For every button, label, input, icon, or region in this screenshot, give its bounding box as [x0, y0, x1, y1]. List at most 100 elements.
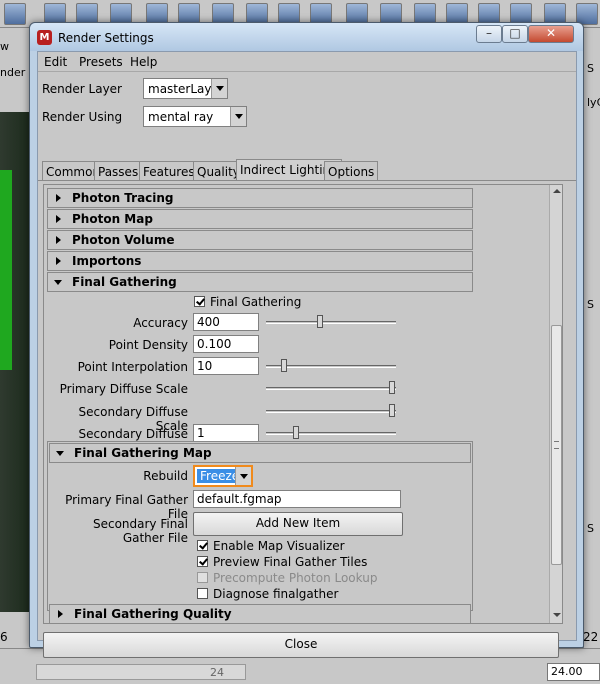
primary-diffuse-scale-swatch[interactable] — [193, 379, 259, 397]
section-photon-map[interactable]: Photon Map — [47, 209, 473, 229]
primary-fg-file-field[interactable]: default.fgmap — [193, 490, 401, 508]
section-final-gathering[interactable]: Final Gathering — [47, 272, 473, 292]
maya-icon: M — [37, 30, 52, 45]
timeline-start-label: 6 — [0, 630, 8, 644]
add-new-item-button[interactable]: Add New Item — [193, 512, 403, 536]
maya-right-panel: S lyC S S — [583, 28, 600, 648]
render-layer-label: Render Layer — [42, 82, 122, 96]
chevron-down-icon — [235, 467, 251, 485]
current-time-field[interactable]: 24.00 — [547, 663, 600, 681]
slider-track — [266, 410, 396, 413]
section-final-gathering-map[interactable]: Final Gathering Map — [49, 443, 471, 463]
minimize-button[interactable]: – — [476, 25, 502, 43]
checkbox-box — [197, 556, 208, 567]
tab-bar: Common Passes Features Quality Indirect … — [38, 159, 576, 181]
section-photon-tracing[interactable]: Photon Tracing — [47, 188, 473, 208]
chevron-down-icon — [211, 79, 227, 98]
render-layer-select[interactable]: masterLayer — [143, 78, 228, 99]
checkbox-box — [197, 540, 208, 551]
section-title: Final Gathering — [72, 275, 177, 289]
window-title: Render Settings — [58, 31, 154, 45]
checkbox-label: Precompute Photon Lookup — [213, 571, 378, 585]
menubar: Edit Presets Help — [38, 52, 576, 72]
left-label: w — [0, 40, 9, 53]
checkbox-label: Final Gathering — [210, 295, 302, 309]
expand-arrow-icon — [56, 257, 61, 265]
section-final-gathering-quality[interactable]: Final Gathering Quality — [49, 604, 471, 623]
point-density-field[interactable]: 0.100 — [193, 335, 259, 353]
tab-divider — [38, 180, 576, 181]
expand-arrow-icon — [56, 215, 61, 223]
expand-arrow-icon — [58, 610, 63, 618]
slider-knob[interactable] — [293, 426, 299, 439]
indirect-lighting-panel: Photon Tracing Photon Map Photon Volume … — [43, 184, 563, 624]
tab-passes[interactable]: Passes — [94, 161, 143, 181]
section-photon-volume[interactable]: Photon Volume — [47, 230, 473, 250]
slider-track — [266, 387, 396, 390]
range-end-label: 24 — [210, 666, 224, 679]
section-title: Photon Tracing — [72, 191, 174, 205]
point-density-label: Point Density — [108, 338, 188, 352]
scroll-up-icon[interactable] — [550, 185, 562, 198]
point-interpolation-field[interactable]: 10 — [193, 357, 259, 375]
render-using-value: mental ray — [148, 110, 214, 124]
window-client: Edit Presets Help Render Layer masterLay… — [37, 51, 577, 658]
left-label: nder — [0, 66, 26, 79]
slider-track — [266, 321, 396, 324]
secondary-diffuse-scale-slider[interactable] — [266, 404, 396, 418]
window-titlebar[interactable]: M Render Settings – □ ✕ — [30, 23, 583, 51]
primary-diffuse-scale-slider[interactable] — [266, 381, 396, 395]
secondary-diffuse-scale-swatch[interactable] — [193, 402, 259, 420]
scroll-down-icon[interactable] — [550, 609, 562, 622]
render-using-label: Render Using — [42, 110, 123, 124]
viewport-object — [0, 170, 12, 370]
checkbox-label: Diagnose finalgather — [213, 587, 339, 601]
accuracy-field[interactable]: 400 — [193, 313, 259, 331]
render-settings-window: M Render Settings – □ ✕ Edit Presets Hel… — [29, 22, 584, 658]
tab-options[interactable]: Options — [324, 161, 379, 181]
checkbox-label: Preview Final Gather Tiles — [213, 555, 368, 569]
collapse-arrow-icon — [54, 280, 62, 285]
vertical-scrollbar[interactable] — [549, 185, 562, 623]
close-button[interactable]: Close — [43, 632, 559, 658]
timeline-end-label: 22 — [583, 630, 599, 644]
expand-arrow-icon — [56, 236, 61, 244]
slider-knob[interactable] — [281, 359, 287, 372]
expand-arrow-icon — [56, 194, 61, 202]
right-label: S — [587, 62, 594, 75]
tab-features[interactable]: Features — [139, 161, 199, 181]
section-title: Photon Volume — [72, 233, 175, 247]
point-interpolation-slider[interactable] — [266, 359, 396, 373]
scroll-thumb[interactable] — [551, 325, 562, 565]
checkbox-label: Enable Map Visualizer — [213, 539, 345, 553]
secondary-diffuse-bounces-field[interactable]: 1 — [193, 424, 259, 442]
slider-knob[interactable] — [317, 315, 323, 328]
secondary-fg-file-label: Secondary Final Gather File — [92, 517, 188, 545]
close-window-button[interactable]: ✕ — [528, 25, 574, 43]
slider-knob[interactable] — [389, 404, 395, 417]
secondary-diffuse-bounces-slider[interactable] — [266, 426, 396, 440]
shelf-tool-icon[interactable] — [4, 3, 26, 25]
checkbox-box — [197, 572, 208, 583]
section-title: Final Gathering Map — [74, 446, 212, 460]
slider-knob[interactable] — [389, 381, 395, 394]
accuracy-slider[interactable] — [266, 315, 396, 329]
section-title: Photon Map — [72, 212, 153, 226]
section-importons[interactable]: Importons — [47, 251, 473, 271]
right-label: S — [587, 298, 594, 311]
section-title: Importons — [72, 254, 142, 268]
rebuild-select[interactable]: Freeze — [193, 465, 253, 487]
checkbox-box — [194, 296, 205, 307]
menu-presets[interactable]: Presets — [79, 55, 123, 69]
render-using-select[interactable]: mental ray — [143, 106, 247, 127]
menu-help[interactable]: Help — [130, 55, 157, 69]
section-title: Final Gathering Quality — [74, 607, 232, 621]
maximize-button[interactable]: □ — [502, 25, 528, 43]
accuracy-label: Accuracy — [133, 316, 188, 330]
point-interpolation-label: Point Interpolation — [77, 360, 188, 374]
right-label: lyC — [587, 96, 600, 109]
checkbox-box — [197, 588, 208, 599]
menu-edit[interactable]: Edit — [44, 55, 67, 69]
collapse-arrow-icon — [56, 451, 64, 456]
slider-track — [266, 432, 396, 435]
